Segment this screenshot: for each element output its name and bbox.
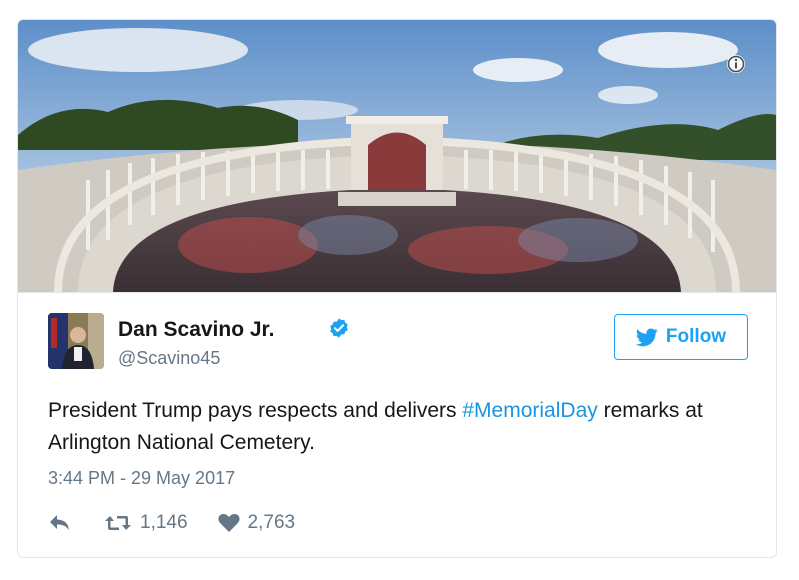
verified-badge-icon bbox=[328, 317, 350, 339]
embedded-tweet-card: Dan Scavino Jr. @Scavino45 Follow Presid… bbox=[17, 19, 777, 558]
amphitheater-photo bbox=[18, 20, 776, 292]
reply-button[interactable] bbox=[48, 513, 72, 533]
follow-label: Follow bbox=[665, 326, 727, 347]
tweet-text-start: President Trump pays respects and delive… bbox=[48, 399, 463, 422]
profile-photo-icon bbox=[48, 313, 104, 369]
tweet-timestamp[interactable]: 3:44 PM - 29 May 2017 bbox=[48, 468, 235, 489]
retweet-icon bbox=[105, 516, 131, 530]
heart-icon bbox=[217, 514, 240, 532]
info-icon[interactable] bbox=[726, 54, 746, 74]
tweet-text: President Trump pays respects and delive… bbox=[48, 395, 748, 459]
tweet-photo[interactable] bbox=[18, 20, 776, 293]
tweet-actions: 1,146 2,763 bbox=[48, 508, 295, 538]
retweet-count: 1,146 bbox=[140, 512, 188, 533]
hashtag-link[interactable]: #MemorialDay bbox=[462, 399, 597, 422]
tweet-header: Dan Scavino Jr. @Scavino45 Follow bbox=[48, 313, 748, 373]
twitter-bird-icon bbox=[635, 328, 658, 347]
avatar[interactable] bbox=[48, 313, 104, 369]
like-button[interactable]: 2,763 bbox=[217, 512, 296, 534]
follow-button[interactable]: Follow bbox=[614, 314, 748, 360]
retweet-button[interactable]: 1,146 bbox=[104, 512, 188, 534]
author-handle[interactable]: @Scavino45 bbox=[118, 348, 220, 369]
reply-arrow-icon bbox=[50, 515, 69, 530]
like-count: 2,763 bbox=[247, 512, 296, 533]
author-name[interactable]: Dan Scavino Jr. bbox=[118, 318, 274, 342]
